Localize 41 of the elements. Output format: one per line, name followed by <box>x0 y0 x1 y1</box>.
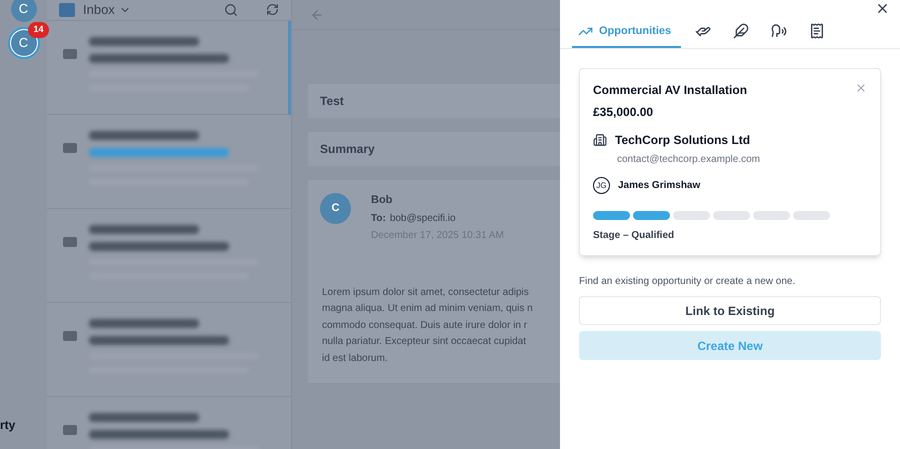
envelope-icon <box>63 330 77 340</box>
to-label: To: <box>371 212 386 226</box>
body-text-line: id est laborum. <box>322 352 388 366</box>
speaking-person-icon <box>771 23 788 39</box>
remove-icon[interactable] <box>855 82 867 94</box>
search-icon[interactable] <box>224 2 238 17</box>
stage-label: Stage – Qualified <box>593 229 676 243</box>
body-text-line: commodo consequat. Duis aute irure dolor in r <box>322 318 528 332</box>
feather-icon <box>733 23 750 39</box>
body-text-line: nulla pariatur. Excepteur sint occaecat cupidat <box>322 335 526 349</box>
close-icon[interactable] <box>875 1 890 16</box>
body-text-line: Lorem ipsum dolor sit amet, consectetur adipis <box>322 286 529 300</box>
envelope-icon <box>63 142 77 152</box>
company-email: contact@techcorp.example.com <box>617 153 761 167</box>
account-avatar[interactable]: C <box>10 0 36 22</box>
link-existing-button[interactable]: Link to Existing <box>579 296 881 325</box>
message-item[interactable] <box>47 20 291 114</box>
building-icon <box>593 133 607 147</box>
subject-text: Test <box>320 93 344 110</box>
sender-name: Bob <box>371 193 394 208</box>
contact-name: James Grimshaw <box>618 179 700 193</box>
receipt-icon <box>809 23 826 39</box>
sender-avatar: C <box>320 193 351 224</box>
recipient-email: bob@specifi.io <box>390 212 456 226</box>
envelope-icon <box>63 48 77 58</box>
mail-app-icon <box>59 2 75 17</box>
opportunity-title: Commercial AV Installation <box>593 82 748 99</box>
unread-badge: 14 <box>28 22 48 38</box>
envelope-icon <box>63 424 77 434</box>
hint-text: Find an existing opportunity or create a new one. <box>579 275 796 289</box>
opportunity-amount: £35,000.00 <box>593 104 654 121</box>
body-text-line: magna aliqua. Ut enim ad minim veniam, quis n <box>322 302 533 316</box>
contact-initials: JG <box>593 177 610 194</box>
rail-label: rty <box>0 417 16 434</box>
envelope-icon <box>63 236 77 246</box>
folder-dropdown[interactable]: Inbox <box>83 0 131 20</box>
opportunities-tab[interactable]: Opportunities <box>572 16 682 48</box>
summary-heading: Summary <box>320 141 375 158</box>
create-new-button[interactable]: Create New <box>579 331 881 360</box>
company-name: TechCorp Solutions Ltd <box>615 132 750 149</box>
refresh-icon[interactable] <box>266 3 279 16</box>
